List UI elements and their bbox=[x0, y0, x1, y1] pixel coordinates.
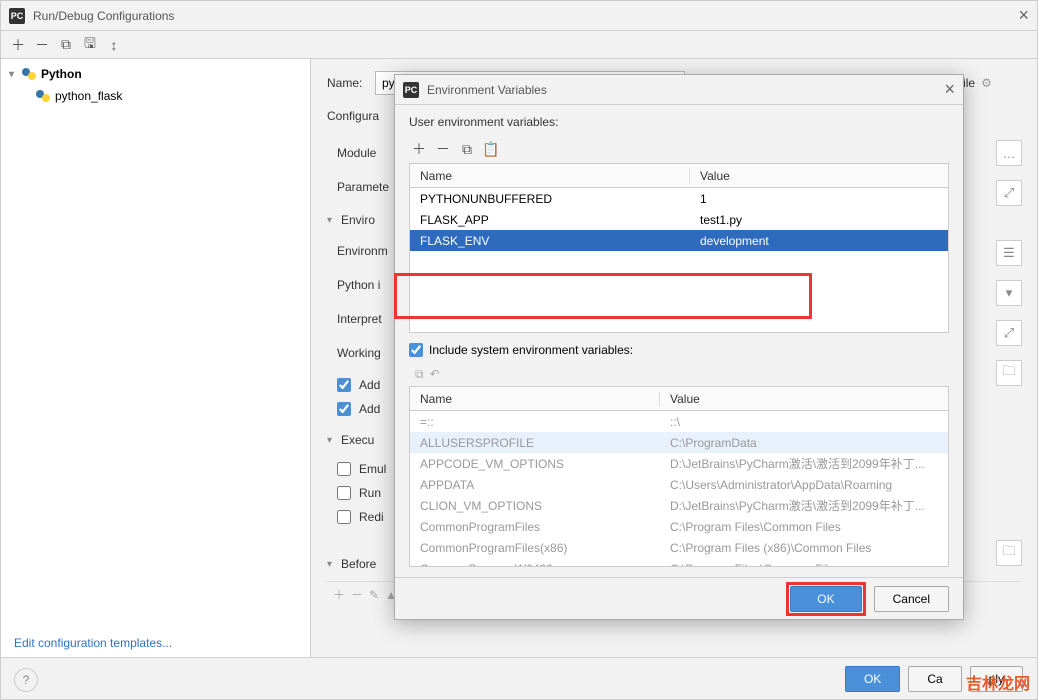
python-icon bbox=[21, 66, 37, 82]
cancel-button[interactable]: Cancel bbox=[874, 586, 949, 612]
copy-icon[interactable]: ⧉ bbox=[55, 34, 77, 56]
cancel-button[interactable]: Ca bbox=[908, 666, 961, 692]
table-row[interactable]: FLASK_APP test1.py bbox=[410, 209, 948, 230]
add-icon[interactable]: ＋ bbox=[7, 34, 29, 56]
list-icon[interactable]: ☰ bbox=[996, 240, 1022, 266]
folder-icon[interactable]: 🗀 bbox=[996, 540, 1022, 566]
paste-icon[interactable]: 📋 bbox=[481, 139, 501, 159]
user-vars-toolbar: ＋ － ⧉ 📋 bbox=[409, 135, 949, 163]
titlebar: PC Run/Debug Configurations × bbox=[1, 1, 1037, 31]
expand-icon[interactable]: ⤢ bbox=[996, 180, 1022, 206]
save-icon[interactable]: 🖫 bbox=[79, 34, 101, 56]
copy-icon[interactable]: ⧉ bbox=[415, 367, 424, 382]
remove-icon[interactable]: － bbox=[351, 586, 363, 603]
col-name: Name bbox=[410, 392, 660, 406]
col-value: Value bbox=[690, 169, 740, 183]
table-row[interactable]: CLION_VM_OPTIONSD:\JetBrains\PyCharm激活\激… bbox=[410, 495, 948, 516]
copy-icon[interactable]: ⧉ bbox=[457, 139, 477, 159]
window-title: Run/Debug Configurations bbox=[33, 9, 174, 23]
sys-vars-toolbar: ⧉ ↶ bbox=[409, 363, 949, 386]
add-icon[interactable]: ＋ bbox=[409, 139, 429, 159]
table-row[interactable]: PYTHONUNBUFFERED 1 bbox=[410, 188, 948, 209]
help-icon[interactable]: ? bbox=[14, 668, 38, 692]
chevron-down-icon: ▾ bbox=[327, 215, 341, 226]
sys-vars-table[interactable]: Name Value =::::\ ALLUSERSPROFILEC:\Prog… bbox=[409, 386, 949, 567]
modal-footer: OK Cancel bbox=[395, 577, 963, 619]
add-icon[interactable]: ＋ bbox=[333, 586, 345, 603]
more-icon[interactable]: … bbox=[996, 140, 1022, 166]
sidebar: ▾ Python python_flask bbox=[1, 59, 311, 657]
user-vars-table[interactable]: Name Value PYTHONUNBUFFERED 1 FLASK_APP … bbox=[409, 163, 949, 333]
table-row[interactable]: ALLUSERSPROFILEC:\ProgramData bbox=[410, 432, 948, 453]
remove-icon[interactable]: － bbox=[433, 139, 453, 159]
expand-icon[interactable]: ⤢ bbox=[996, 320, 1022, 346]
gear-icon[interactable]: ⚙ bbox=[981, 76, 992, 90]
chevron-down-icon: ▾ bbox=[9, 69, 21, 80]
app-icon: PC bbox=[403, 82, 419, 98]
python-icon bbox=[35, 88, 51, 104]
env-vars-dialog: PC Environment Variables × User environm… bbox=[394, 74, 964, 620]
table-row[interactable]: APPCODE_VM_OPTIONSD:\JetBrains\PyCharm激活… bbox=[410, 453, 948, 474]
modal-title: Environment Variables bbox=[427, 83, 547, 97]
edit-icon[interactable]: ✎ bbox=[369, 588, 379, 602]
up-down-icon[interactable]: ↕ bbox=[103, 34, 125, 56]
config-toolbar: ＋ － ⧉ 🖫 ↕ bbox=[1, 31, 1037, 59]
apply-button[interactable]: ply bbox=[970, 666, 1023, 692]
close-icon[interactable]: × bbox=[1018, 5, 1029, 26]
dropdown-icon[interactable]: ▾ bbox=[996, 280, 1022, 306]
ok-button[interactable]: OK bbox=[845, 666, 900, 692]
table-row[interactable]: =::::\ bbox=[410, 411, 948, 432]
table-row[interactable]: FLASK_ENV development bbox=[410, 230, 948, 251]
table-row[interactable]: APPDATAC:\Users\Administrator\AppData\Ro… bbox=[410, 474, 948, 495]
ok-button[interactable]: OK bbox=[790, 586, 861, 612]
right-side-icons: … ⤢ ☰ ▾ ⤢ 🗀 🗀 bbox=[996, 140, 1022, 566]
table-row[interactable]: CommonProgramW6432C:\Program Files\Commo… bbox=[410, 558, 948, 566]
user-vars-label: User environment variables: bbox=[409, 115, 949, 129]
undo-icon[interactable]: ↶ bbox=[430, 367, 440, 382]
include-system-checkbox[interactable]: Include system environment variables: bbox=[409, 343, 949, 357]
app-icon: PC bbox=[9, 8, 25, 24]
folder-icon[interactable]: 🗀 bbox=[996, 360, 1022, 386]
table-row[interactable]: CommonProgramFilesC:\Program Files\Commo… bbox=[410, 516, 948, 537]
tree-python[interactable]: ▾ Python bbox=[1, 63, 310, 85]
edit-templates-link[interactable]: Edit configuration templates... bbox=[14, 636, 172, 650]
chevron-down-icon: ▾ bbox=[327, 435, 341, 446]
table-row[interactable]: CommonProgramFiles(x86)C:\Program Files … bbox=[410, 537, 948, 558]
dialog-footer: OK Ca ply bbox=[1, 657, 1037, 699]
close-icon[interactable]: × bbox=[944, 79, 955, 100]
tree-child-label: python_flask bbox=[55, 89, 122, 103]
col-value: Value bbox=[660, 392, 710, 406]
ok-highlight: OK bbox=[786, 582, 865, 616]
remove-icon[interactable]: － bbox=[31, 34, 53, 56]
tree-child[interactable]: python_flask bbox=[1, 85, 310, 107]
tree-root-label: Python bbox=[41, 67, 82, 81]
chevron-down-icon: ▾ bbox=[327, 559, 341, 570]
name-label: Name: bbox=[327, 76, 375, 90]
col-name: Name bbox=[410, 169, 690, 183]
